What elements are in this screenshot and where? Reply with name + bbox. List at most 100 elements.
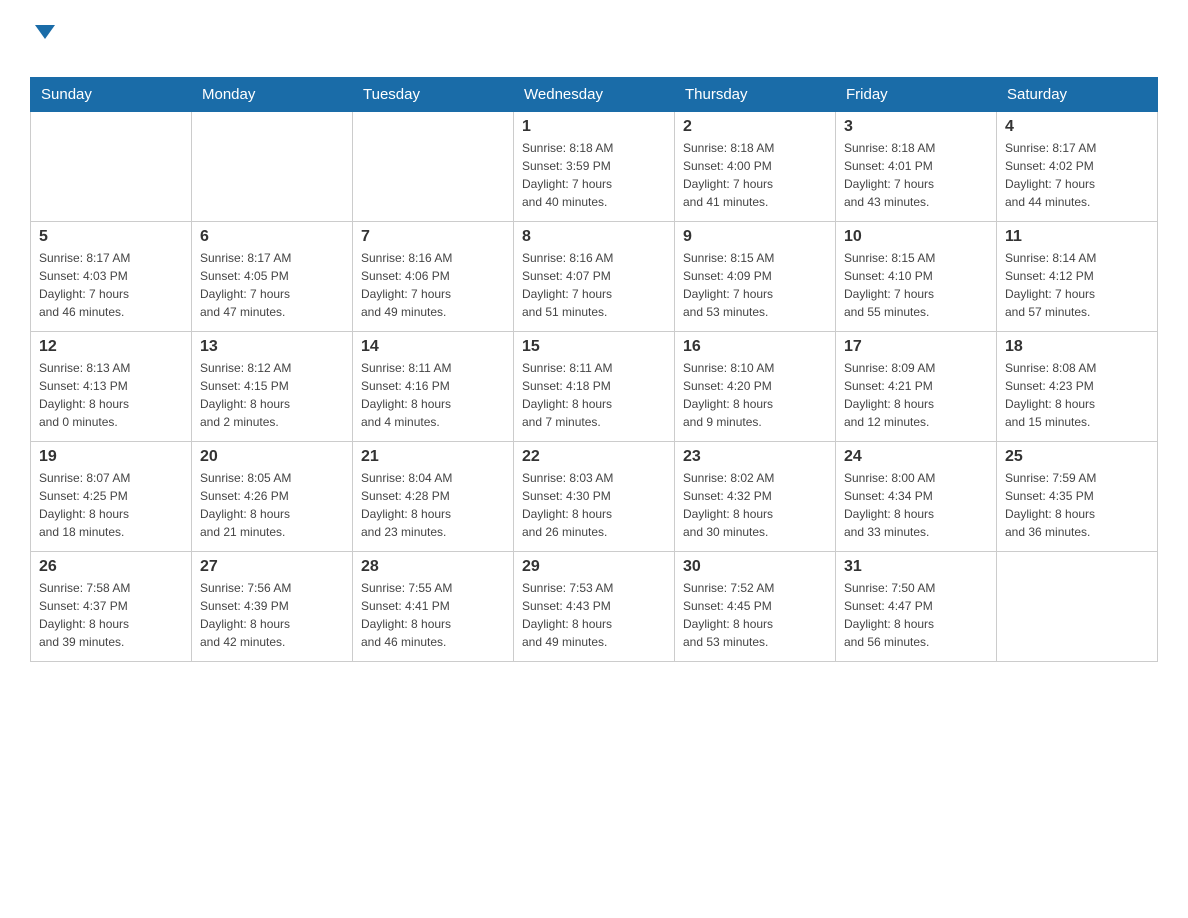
- calendar-cell: 29Sunrise: 7:53 AM Sunset: 4:43 PM Dayli…: [514, 552, 675, 662]
- day-number: 6: [200, 228, 344, 246]
- page-header: [30, 20, 1158, 67]
- day-number: 23: [683, 448, 827, 466]
- calendar-cell: 24 Sunrise: 8:00 AM Sunset: 4:34 PM Dayli…: [836, 442, 997, 552]
- day-info: Sunrise: 8:18 AM Sunset: 4:00 PM Dayligh…: [683, 139, 827, 211]
- day-info: Sunrise: 8:07 AM Sunset: 4:25 PM Dayligh…: [39, 469, 183, 541]
- day-number: 11: [1005, 228, 1149, 246]
- calendar-week-1: 1 Sunrise: 8:18 AM Sunset: 3:59 PM Daylig…: [31, 112, 1158, 222]
- day-info: Sunrise: 8:00 AM Sunset: 4:34 PM Dayligh…: [844, 469, 988, 541]
- day-info: Sunrise: 8:18 AM Sunset: 3:59 PM Dayligh…: [522, 139, 666, 211]
- calendar-cell: 22 Sunrise: 8:03 AM Sunset: 4:30 PM Dayli…: [514, 442, 675, 552]
- day-number: 16: [683, 338, 827, 356]
- day-number: 20: [200, 448, 344, 466]
- calendar-cell: 16 Sunrise: 8:10 AM Sunset: 4:20 PM Dayli…: [675, 332, 836, 442]
- calendar-cell: [192, 112, 353, 222]
- day-info: Sunrise: 8:04 AM Sunset: 4:28 PM Dayligh…: [361, 469, 505, 541]
- day-info: Sunrise: 8:18 AM Sunset: 4:01 PM Dayligh…: [844, 139, 988, 211]
- day-number: 30: [683, 558, 827, 576]
- day-info: Sunrise: 8:16 AM Sunset: 4:06 PM Dayligh…: [361, 249, 505, 321]
- calendar-cell: 25Sunrise: 7:59 AM Sunset: 4:35 PM Dayli…: [997, 442, 1158, 552]
- calendar-cell: 11 Sunrise: 8:14 AM Sunset: 4:12 PM Dayli…: [997, 222, 1158, 332]
- day-number: 19: [39, 448, 183, 466]
- calendar-cell: [31, 112, 192, 222]
- day-info: Sunrise: 8:14 AM Sunset: 4:12 PM Dayligh…: [1005, 249, 1149, 321]
- day-info: Sunrise: 8:13 AM Sunset: 4:13 PM Dayligh…: [39, 359, 183, 431]
- calendar-cell: [997, 552, 1158, 662]
- calendar-cell: 20 Sunrise: 8:05 AM Sunset: 4:26 PM Dayli…: [192, 442, 353, 552]
- day-header-tuesday: Tuesday: [353, 78, 514, 112]
- day-info: Sunrise: 8:03 AM Sunset: 4:30 PM Dayligh…: [522, 469, 666, 541]
- day-number: 18: [1005, 338, 1149, 356]
- day-number: 2: [683, 118, 827, 136]
- calendar-cell: 9 Sunrise: 8:15 AM Sunset: 4:09 PM Daylig…: [675, 222, 836, 332]
- day-number: 7: [361, 228, 505, 246]
- calendar-cell: 8 Sunrise: 8:16 AM Sunset: 4:07 PM Daylig…: [514, 222, 675, 332]
- day-header-saturday: Saturday: [997, 78, 1158, 112]
- day-number: 12: [39, 338, 183, 356]
- calendar-week-2: 5Sunrise: 8:17 AM Sunset: 4:03 PM Daylig…: [31, 222, 1158, 332]
- calendar-cell: 18 Sunrise: 8:08 AM Sunset: 4:23 PM Dayli…: [997, 332, 1158, 442]
- calendar-cell: 26 Sunrise: 7:58 AM Sunset: 4:37 PM Dayli…: [31, 552, 192, 662]
- day-number: 28: [361, 558, 505, 576]
- day-info: Sunrise: 7:56 AM Sunset: 4:39 PM Dayligh…: [200, 579, 344, 651]
- day-number: 24: [844, 448, 988, 466]
- day-info: Sunrise: 7:52 AM Sunset: 4:45 PM Dayligh…: [683, 579, 827, 651]
- day-info: Sunrise: 8:08 AM Sunset: 4:23 PM Dayligh…: [1005, 359, 1149, 431]
- day-number: 9: [683, 228, 827, 246]
- day-header-wednesday: Wednesday: [514, 78, 675, 112]
- day-header-thursday: Thursday: [675, 78, 836, 112]
- day-number: 15: [522, 338, 666, 356]
- day-number: 25: [1005, 448, 1149, 466]
- day-info: Sunrise: 8:05 AM Sunset: 4:26 PM Dayligh…: [200, 469, 344, 541]
- calendar-cell: 21 Sunrise: 8:04 AM Sunset: 4:28 PM Dayli…: [353, 442, 514, 552]
- calendar-cell: 5Sunrise: 8:17 AM Sunset: 4:03 PM Daylig…: [31, 222, 192, 332]
- day-info: Sunrise: 8:16 AM Sunset: 4:07 PM Dayligh…: [522, 249, 666, 321]
- calendar-cell: [353, 112, 514, 222]
- calendar-cell: 4Sunrise: 8:17 AM Sunset: 4:02 PM Daylig…: [997, 112, 1158, 222]
- day-number: 14: [361, 338, 505, 356]
- day-number: 31: [844, 558, 988, 576]
- day-number: 4: [1005, 118, 1149, 136]
- day-number: 3: [844, 118, 988, 136]
- day-number: 10: [844, 228, 988, 246]
- day-info: Sunrise: 8:17 AM Sunset: 4:03 PM Dayligh…: [39, 249, 183, 321]
- calendar-cell: 31 Sunrise: 7:50 AM Sunset: 4:47 PM Dayli…: [836, 552, 997, 662]
- day-number: 1: [522, 118, 666, 136]
- day-header-sunday: Sunday: [31, 78, 192, 112]
- day-number: 21: [361, 448, 505, 466]
- day-info: Sunrise: 8:09 AM Sunset: 4:21 PM Dayligh…: [844, 359, 988, 431]
- day-number: 27: [200, 558, 344, 576]
- calendar-cell: 3 Sunrise: 8:18 AM Sunset: 4:01 PM Daylig…: [836, 112, 997, 222]
- calendar-cell: 7 Sunrise: 8:16 AM Sunset: 4:06 PM Daylig…: [353, 222, 514, 332]
- day-info: Sunrise: 8:15 AM Sunset: 4:09 PM Dayligh…: [683, 249, 827, 321]
- day-number: 13: [200, 338, 344, 356]
- calendar-cell: 15Sunrise: 8:11 AM Sunset: 4:18 PM Dayli…: [514, 332, 675, 442]
- calendar-header-row: SundayMondayTuesdayWednesdayThursdayFrid…: [31, 78, 1158, 112]
- day-number: 26: [39, 558, 183, 576]
- calendar-cell: 2 Sunrise: 8:18 AM Sunset: 4:00 PM Daylig…: [675, 112, 836, 222]
- logo: [30, 20, 55, 67]
- calendar-cell: 30 Sunrise: 7:52 AM Sunset: 4:45 PM Dayli…: [675, 552, 836, 662]
- day-info: Sunrise: 8:02 AM Sunset: 4:32 PM Dayligh…: [683, 469, 827, 541]
- calendar-cell: 6 Sunrise: 8:17 AM Sunset: 4:05 PM Daylig…: [192, 222, 353, 332]
- calendar-week-3: 12 Sunrise: 8:13 AM Sunset: 4:13 PM Dayli…: [31, 332, 1158, 442]
- day-info: Sunrise: 7:58 AM Sunset: 4:37 PM Dayligh…: [39, 579, 183, 651]
- day-info: Sunrise: 7:50 AM Sunset: 4:47 PM Dayligh…: [844, 579, 988, 651]
- day-info: Sunrise: 8:11 AM Sunset: 4:16 PM Dayligh…: [361, 359, 505, 431]
- day-info: Sunrise: 7:53 AM Sunset: 4:43 PM Dayligh…: [522, 579, 666, 651]
- day-info: Sunrise: 7:55 AM Sunset: 4:41 PM Dayligh…: [361, 579, 505, 651]
- logo-arrow-icon: [35, 25, 55, 39]
- day-number: 22: [522, 448, 666, 466]
- day-header-monday: Monday: [192, 78, 353, 112]
- calendar-cell: 19 Sunrise: 8:07 AM Sunset: 4:25 PM Dayli…: [31, 442, 192, 552]
- calendar-cell: 1 Sunrise: 8:18 AM Sunset: 3:59 PM Daylig…: [514, 112, 675, 222]
- calendar-cell: 17 Sunrise: 8:09 AM Sunset: 4:21 PM Dayli…: [836, 332, 997, 442]
- calendar-table: SundayMondayTuesdayWednesdayThursdayFrid…: [30, 77, 1158, 662]
- calendar-cell: 12 Sunrise: 8:13 AM Sunset: 4:13 PM Dayli…: [31, 332, 192, 442]
- calendar-cell: 13Sunrise: 8:12 AM Sunset: 4:15 PM Dayli…: [192, 332, 353, 442]
- day-info: Sunrise: 8:17 AM Sunset: 4:05 PM Dayligh…: [200, 249, 344, 321]
- day-number: 17: [844, 338, 988, 356]
- day-info: Sunrise: 8:10 AM Sunset: 4:20 PM Dayligh…: [683, 359, 827, 431]
- day-header-friday: Friday: [836, 78, 997, 112]
- day-number: 8: [522, 228, 666, 246]
